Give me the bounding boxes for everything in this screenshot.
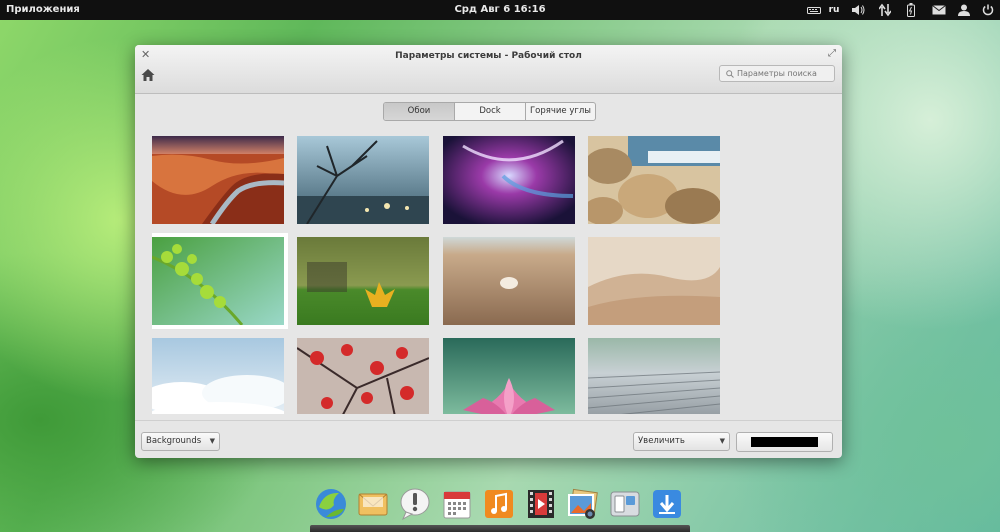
wallpaper-thumb-seashell-sand[interactable] [443,237,575,325]
wallpaper-thumb-green-leaves[interactable] [152,233,288,329]
search-icon [726,69,734,78]
dock-shelf [310,525,690,532]
volume-icon[interactable] [850,2,866,18]
mail-icon[interactable] [356,487,390,521]
clock[interactable]: Срд Авг 6 16:16 [454,4,545,15]
wallpaper-thumb-nebula[interactable] [443,136,575,224]
mail-icon[interactable] [930,2,948,18]
settings-tabs: Обои Dock Горячие углы [383,102,596,121]
background-color-button[interactable] [736,432,833,452]
wallpaper-thumb-red-maple[interactable] [297,338,429,414]
wallpaper-thumb-branches-city[interactable] [297,136,429,224]
video-icon[interactable] [524,487,558,521]
chevron-down-icon: ▼ [719,437,725,445]
window-title: Параметры системы - Рабочий стол [395,51,582,61]
wallpaper-folder-label: Backgrounds [146,436,202,446]
wallpaper-thumb-rocky-shore[interactable] [588,136,720,224]
software-updates-icon[interactable] [650,487,684,521]
wallpaper-thumb-pink-lotus[interactable] [443,338,575,414]
battery-icon[interactable] [903,2,919,18]
window-titlebar[interactable]: ✕ Параметры системы - Рабочий стол ⤢ [135,45,842,94]
maximize-icon[interactable]: ⤢ [828,48,836,59]
user-icon[interactable] [956,2,972,18]
search-field[interactable] [719,65,835,82]
settings-window: ✕ Параметры системы - Рабочий стол ⤢ Обо… [135,45,842,458]
photos-icon[interactable] [566,487,600,521]
wallpaper-mode-dropdown[interactable]: Увеличить ▼ [633,432,730,451]
switchboard-icon[interactable] [608,487,642,521]
tab-hot-corners[interactable]: Горячие углы [526,103,595,120]
wallpaper-grid[interactable] [152,136,722,414]
search-input[interactable] [737,69,827,78]
browser-icon[interactable] [314,487,348,521]
wallpaper-thumb-canyon[interactable] [152,136,284,224]
dock [310,483,690,532]
wallpaper-mode-label: Увеличить [638,436,685,446]
applications-menu[interactable]: Приложения [6,4,80,15]
messaging-icon[interactable] [398,487,432,521]
music-icon[interactable] [482,487,516,521]
tab-wallpaper[interactable]: Обои [384,103,455,120]
wallpaper-thumb-metal-texture[interactable] [588,338,720,414]
wallpaper-folder-dropdown[interactable]: Backgrounds ▼ [141,432,220,451]
bottom-separator [135,420,842,421]
tab-dock[interactable]: Dock [455,103,526,120]
wallpaper-thumb-yellow-leaf[interactable] [297,237,429,325]
wallpaper-thumb-clouds[interactable] [152,338,284,414]
power-icon[interactable] [980,2,996,18]
calendar-icon[interactable] [440,487,474,521]
home-icon[interactable] [141,68,157,84]
chevron-down-icon: ▼ [209,437,215,445]
wallpaper-thumb-sand-dunes[interactable] [588,237,720,325]
keyboard-icon[interactable] [806,2,822,18]
network-icon[interactable] [877,2,893,18]
keyboard-layout-indicator[interactable]: ru [826,2,842,18]
top-panel: Приложения Срд Авг 6 16:16 ru [0,0,1000,20]
color-swatch [751,437,818,447]
